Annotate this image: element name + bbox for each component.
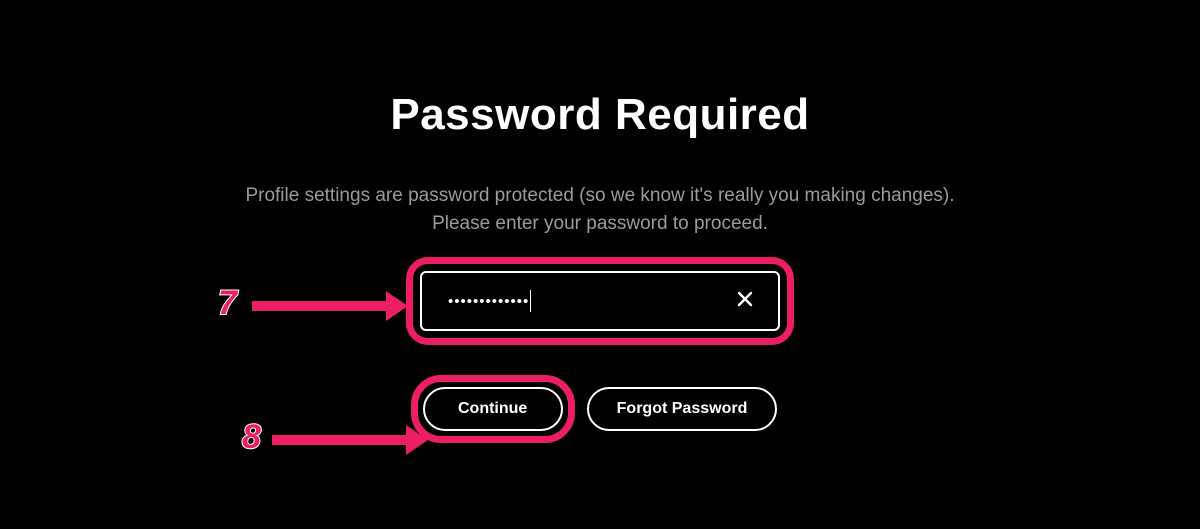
annotation-arrow-icon (272, 435, 410, 445)
forgot-password-button[interactable]: Forgot Password (587, 387, 778, 431)
page-title: Password Required (0, 90, 1200, 140)
subtitle-line-1: Profile settings are password protected … (245, 185, 954, 206)
subtitle-line-2: Please enter your password to proceed. (432, 213, 768, 234)
password-dots: ••••••••••••• (448, 293, 529, 310)
button-row: Continue Forgot Password (0, 387, 1200, 431)
password-required-dialog: Password Required Profile settings are p… (0, 90, 1200, 431)
continue-button[interactable]: Continue (423, 387, 563, 431)
text-caret (530, 290, 531, 312)
password-masked-value: ••••••••••••• (448, 273, 730, 329)
password-input[interactable]: ••••••••••••• (420, 271, 780, 331)
clear-password-icon[interactable] (730, 284, 760, 318)
page-subtitle: Profile settings are password protected … (0, 182, 1200, 237)
close-icon (736, 290, 754, 308)
